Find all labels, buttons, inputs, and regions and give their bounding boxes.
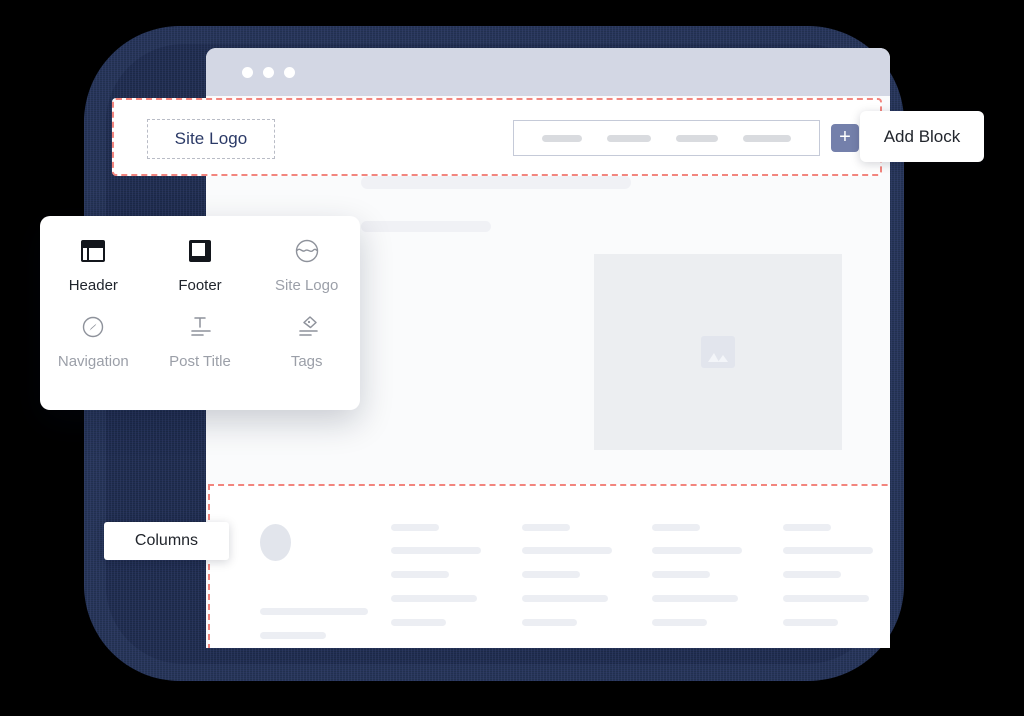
add-block-tooltip: Add Block — [860, 111, 984, 162]
skeleton-line — [361, 176, 631, 189]
inserter-item-tags[interactable]: Tags — [253, 314, 360, 370]
image-placeholder-icon — [701, 336, 735, 368]
inserter-item-label: Navigation — [57, 353, 129, 370]
skeleton-line — [521, 595, 608, 602]
compass-icon — [80, 314, 106, 340]
inserter-item-label: Header — [68, 277, 118, 294]
skeleton-line — [783, 595, 870, 602]
nav-item[interactable] — [607, 134, 651, 142]
add-block-tooltip-label: Add Block — [883, 126, 961, 146]
columns-tooltip-label: Columns — [134, 532, 199, 549]
columns-block-region[interactable] — [208, 484, 890, 648]
skeleton-line — [390, 524, 439, 531]
illustration-stage: Site Logo + Add Block Columns Header Foo… — [0, 0, 1024, 716]
hero-image-placeholder — [594, 254, 842, 450]
footer-layout-icon — [187, 238, 213, 264]
skeleton-line — [652, 595, 739, 602]
header-block-region[interactable]: Site Logo + — [112, 98, 882, 176]
inserter-item-site-logo[interactable]: Site Logo — [253, 238, 360, 294]
skeleton-line — [390, 619, 446, 626]
nav-item[interactable] — [542, 134, 582, 142]
columns-inner — [210, 486, 890, 648]
skeleton-line — [260, 632, 326, 639]
skeleton-line — [652, 571, 711, 578]
inserter-item-header[interactable]: Header — [40, 238, 147, 294]
window-dot-minimize-icon — [263, 66, 274, 78]
nav-item[interactable] — [743, 134, 791, 142]
column-links — [521, 524, 653, 648]
site-logo-label: Site Logo — [174, 129, 248, 148]
skeleton-line — [783, 547, 874, 554]
inserter-item-label: Footer — [178, 277, 222, 294]
block-inserter-popover[interactable]: Header Footer Site Logo Navigation Post … — [40, 216, 360, 410]
column-branding — [260, 524, 391, 648]
hero-text-skeleton — [361, 176, 651, 232]
skeleton-line — [390, 547, 481, 554]
tag-icon — [294, 314, 320, 340]
nav-item[interactable] — [676, 134, 718, 142]
header-layout-icon — [80, 238, 106, 264]
inserter-item-footer[interactable]: Footer — [147, 238, 254, 294]
site-logo-icon — [294, 238, 320, 264]
skeleton-line — [521, 547, 612, 554]
avatar — [260, 524, 291, 561]
skeleton-line — [652, 524, 701, 531]
inserter-item-label: Post Title — [169, 353, 231, 370]
inserter-item-navigation[interactable]: Navigation — [40, 314, 147, 370]
column-links — [390, 524, 522, 648]
navigation-block[interactable] — [513, 120, 820, 156]
post-title-icon — [187, 314, 213, 340]
skeleton-line — [652, 619, 708, 626]
columns-tooltip: Columns — [104, 522, 229, 560]
column-links — [783, 524, 890, 648]
window-dot-maximize-icon — [284, 66, 295, 78]
inserter-item-post-title[interactable]: Post Title — [147, 314, 254, 370]
inserter-item-label: Site Logo — [274, 277, 339, 294]
site-logo-placeholder[interactable]: Site Logo — [147, 119, 275, 159]
skeleton-line — [521, 524, 570, 531]
inserter-item-label: Tags — [290, 353, 323, 370]
skeleton-line — [783, 571, 842, 578]
skeleton-line — [521, 571, 580, 578]
skeleton-line — [521, 619, 577, 626]
add-block-plus-icon[interactable]: + — [831, 124, 859, 152]
block-inserter-grid: Header Footer Site Logo Navigation Post … — [40, 238, 360, 370]
column-links — [652, 524, 783, 648]
skeleton-line — [361, 221, 491, 232]
skeleton-line — [783, 619, 839, 626]
skeleton-line — [783, 524, 832, 531]
skeleton-line — [390, 571, 449, 578]
skeleton-line — [390, 595, 477, 602]
skeleton-line — [260, 608, 368, 615]
window-dot-close-icon — [242, 66, 253, 78]
browser-titlebar — [206, 48, 890, 96]
skeleton-line — [652, 547, 743, 554]
